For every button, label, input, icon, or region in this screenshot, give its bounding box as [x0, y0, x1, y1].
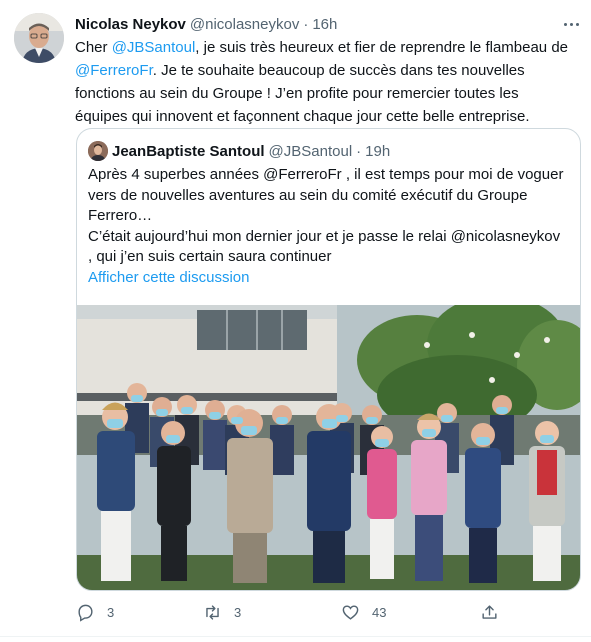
separator-dot: · — [303, 15, 309, 33]
quoted-text-line: C’était aujourd’hui mon dernier jour et … — [88, 227, 561, 245]
show-discussion-link[interactable]: Afficher cette discussion — [88, 269, 249, 286]
quoted-author-avatar[interactable] — [88, 141, 108, 161]
quoted-author-handle[interactable]: @JBSantoul — [269, 143, 353, 160]
divider — [0, 636, 591, 637]
group-photo[interactable] — [77, 305, 580, 590]
like-button[interactable]: 43 — [341, 600, 386, 624]
tweet-text-part: , je suis très heureux et fier de repren… — [195, 39, 569, 56]
quoted-tweet[interactable]: JeanBaptiste Santoul @JBSantoul · 19h Ap… — [76, 128, 581, 591]
quoted-text-line: Ferrero… — [88, 207, 153, 224]
author-handle[interactable]: @nicolasneykov — [190, 16, 299, 33]
retweet-count: 3 — [234, 604, 242, 620]
retweet-button[interactable]: 3 — [203, 600, 241, 624]
tweet-text: Cher @JBSantoul, je suis très heureux et… — [75, 36, 575, 128]
like-count: 43 — [372, 604, 387, 620]
quoted-tweet-text: Après 4 superbes années @FerreroFr , il … — [88, 165, 573, 268]
reply-icon — [78, 604, 93, 622]
reply-button[interactable]: 3 — [76, 600, 114, 624]
tweet-text-part: Cher — [75, 39, 112, 56]
quoted-text-line: vers de nouvelles aventures au sein du c… — [88, 186, 528, 204]
quoted-text-line: Après 4 superbes années @FerreroFr , il … — [88, 166, 564, 183]
more-options-icon[interactable] — [561, 16, 581, 32]
reply-count: 3 — [107, 604, 115, 620]
tweet-timestamp[interactable]: 16h — [312, 16, 337, 33]
mention-link[interactable]: @JBSantoul — [112, 39, 196, 56]
tweet-actions: 3 3 43 — [76, 600, 499, 624]
separator-dot: · — [356, 142, 362, 160]
quoted-text-line: , qui j’en suis certain saura continuer — [88, 248, 332, 265]
tweet[interactable]: Nicolas Neykov @nicolasneykov · 16h Cher… — [0, 0, 591, 642]
share-icon — [482, 604, 497, 619]
heart-icon — [342, 604, 359, 620]
mention-link[interactable]: @FerreroFr — [75, 62, 153, 79]
quoted-author-name[interactable]: JeanBaptiste Santoul — [112, 143, 265, 160]
quoted-tweet-timestamp[interactable]: 19h — [365, 143, 390, 160]
quoted-tweet-header: JeanBaptiste Santoul @JBSantoul · 19h — [88, 141, 390, 161]
author-name[interactable]: Nicolas Neykov — [75, 16, 186, 33]
retweet-icon — [206, 604, 219, 620]
share-button[interactable] — [480, 600, 499, 624]
tweet-header: Nicolas Neykov @nicolasneykov · 16h — [75, 14, 337, 34]
author-avatar[interactable] — [14, 13, 64, 63]
